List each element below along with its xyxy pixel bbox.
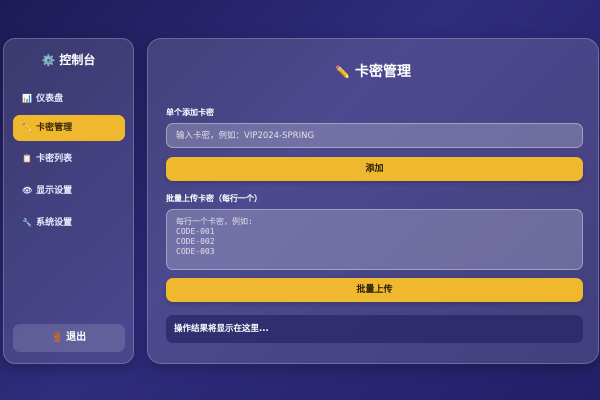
- logout-button[interactable]: 🚪 退出: [13, 324, 125, 352]
- sidebar-item-card-list[interactable]: 📋 卡密列表: [13, 146, 125, 172]
- main-panel: ✏️ 卡密管理 单个添加卡密 添加 批量上传卡密（每行一个） 批量上传 操作结果将…: [147, 38, 599, 364]
- batch-upload-button[interactable]: 批量上传: [166, 278, 583, 302]
- wrench-icon: 🔧: [22, 218, 32, 227]
- sidebar-item-system-settings[interactable]: 🔧 系统设置: [13, 210, 125, 236]
- pencil-icon: ✏️: [335, 65, 350, 79]
- sidebar-item-label: 卡密列表: [36, 154, 73, 164]
- sidebar-item-display-settings[interactable]: 👁 显示设置: [13, 178, 125, 204]
- sidebar-item-card-management[interactable]: ✏️ 卡密管理: [13, 115, 125, 141]
- page-title: ✏️ 卡密管理: [148, 61, 598, 81]
- page-title-text: 卡密管理: [354, 64, 411, 80]
- gear-icon: ⚙️: [41, 54, 56, 67]
- single-add-label: 单个添加卡密: [166, 108, 214, 117]
- eye-icon: 👁: [22, 186, 33, 195]
- batch-codes-textarea[interactable]: [166, 209, 583, 270]
- clipboard-icon: 📋: [22, 154, 32, 163]
- sidebar-title-text: 控制台: [59, 53, 96, 67]
- door-icon: 🚪: [51, 333, 64, 343]
- sidebar: ⚙️ 控制台 📊 仪表盘 ✏️ 卡密管理 📋 卡密列表 👁 显示设置 🔧 系统设置…: [3, 38, 134, 364]
- result-output: 操作结果将显示在这里...: [166, 315, 583, 343]
- sidebar-item-label: 系统设置: [36, 218, 73, 228]
- sidebar-item-label: 仪表盘: [36, 94, 64, 104]
- sidebar-item-dashboard[interactable]: 📊 仪表盘: [13, 86, 125, 112]
- sidebar-item-label: 显示设置: [36, 186, 73, 196]
- batch-upload-label: 批量上传卡密（每行一个）: [166, 194, 262, 203]
- card-code-input[interactable]: [166, 123, 583, 148]
- pencil-icon: ✏️: [22, 123, 32, 132]
- sidebar-title: ⚙️ 控制台: [4, 51, 133, 68]
- chart-icon: 📊: [22, 94, 32, 103]
- logout-label: 退出: [66, 332, 87, 343]
- add-button[interactable]: 添加: [166, 157, 583, 181]
- sidebar-item-label: 卡密管理: [36, 123, 73, 133]
